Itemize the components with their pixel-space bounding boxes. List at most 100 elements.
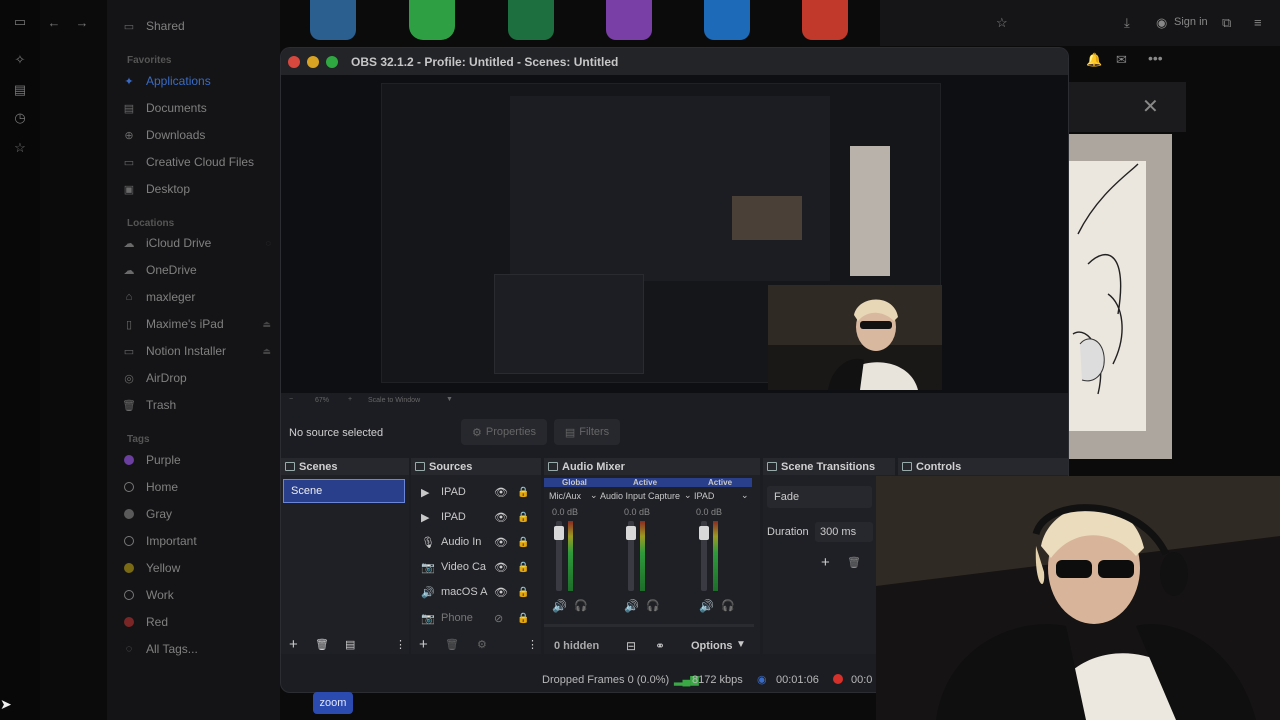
more-icon[interactable]: ⋮ (395, 638, 406, 651)
account-icon[interactable]: ◉ (1156, 15, 1167, 31)
excel-app-icon[interactable] (508, 0, 554, 40)
layout-icon[interactable]: ⊟ (626, 639, 636, 653)
sidebar-item-applications[interactable]: ✦ Applications (121, 70, 271, 92)
messages-app-icon[interactable] (409, 0, 455, 40)
close-window-button[interactable] (288, 56, 300, 68)
lock-icon[interactable]: 🔒 (517, 587, 529, 598)
mail-icon[interactable]: ✉ (1116, 52, 1127, 68)
folder-app-icon[interactable] (310, 0, 356, 40)
zoom-window-button[interactable] (326, 56, 338, 68)
channel-name[interactable]: IPAD (694, 491, 714, 501)
source-row[interactable]: 📷 Phone ⊘ 🔒 (421, 607, 529, 629)
duration-field[interactable]: 300 ms (815, 522, 873, 542)
eye-hidden-icon[interactable]: ⊘ (494, 612, 503, 625)
source-row[interactable]: ▶ IPAD 👁 🔒 (421, 506, 529, 528)
speaker-icon[interactable]: 🔊 (552, 599, 567, 613)
notification-bell-icon[interactable]: 🔔 (1086, 52, 1102, 68)
sidebar-toggle-icon[interactable]: ▭ (10, 12, 30, 32)
sidebar-tag-gray[interactable]: Gray (121, 503, 271, 525)
zoom-app-icon[interactable]: zoom (313, 692, 353, 714)
lock-icon[interactable]: 🔒 (517, 487, 529, 498)
source-row[interactable]: ▶ IPAD 👁 🔒 (421, 481, 529, 503)
properties-button[interactable]: ⚙ Properties (461, 419, 547, 445)
chevron-down-icon[interactable]: ⌄ (741, 490, 749, 501)
document-icon[interactable]: ▤ (10, 80, 30, 100)
lock-icon[interactable]: 🔒 (517, 562, 529, 573)
sidebar-tag-important[interactable]: Important (121, 530, 271, 552)
download-icon[interactable]: ⤓ (1124, 15, 1130, 31)
sidebar-item-onedrive[interactable]: ☁ OneDrive (121, 259, 271, 281)
speaker-icon[interactable]: 🔊 (624, 599, 639, 613)
transition-select[interactable]: Fade (767, 486, 872, 508)
zoom-in-icon[interactable]: + (348, 396, 352, 403)
chevron-down-icon[interactable]: ▼ (446, 396, 453, 403)
speaker-icon[interactable]: 🔊 (699, 599, 714, 613)
sidebar-item-trash[interactable]: 🗑 Trash (121, 394, 271, 416)
eject-icon[interactable]: ⏏ (262, 346, 271, 357)
clock-icon[interactable]: ◷ (10, 108, 30, 128)
more-icon[interactable]: ••• (1148, 50, 1163, 66)
trash-icon[interactable]: 🗑 (445, 638, 459, 651)
star-icon[interactable]: ☆ (996, 15, 1008, 31)
sidebar-item-icloud[interactable]: ☁ iCloud Drive ◌ (121, 232, 272, 254)
powerpoint-app-icon[interactable] (802, 0, 848, 40)
eye-icon[interactable]: 👁 (494, 561, 508, 574)
sidebar-item-home[interactable]: ⌂ maxleger (121, 286, 271, 308)
sidebar-item-downloads[interactable]: ⊕ Downloads (121, 124, 271, 146)
horizontal-scrollbar[interactable] (544, 624, 754, 627)
fader-knob[interactable] (626, 526, 636, 540)
volume-fader[interactable] (626, 521, 636, 591)
channel-name[interactable]: Mic/Aux (549, 491, 581, 501)
extensions-icon[interactable]: ⧉ (1222, 15, 1231, 31)
filters-button[interactable]: ▤ Filters (554, 419, 620, 445)
sidebar-item-creative-cloud[interactable]: ▭ Creative Cloud Files (121, 151, 271, 173)
star-icon[interactable]: ☆ (10, 138, 30, 158)
sidebar-item-notion-installer[interactable]: ▭ Notion Installer ⏏ (121, 340, 271, 362)
minimize-window-button[interactable] (307, 56, 319, 68)
add-scene-icon[interactable]: + (289, 636, 298, 653)
onenote-app-icon[interactable] (606, 0, 652, 40)
eject-icon[interactable]: ⏏ (262, 319, 271, 330)
sidebar-item-shared[interactable]: ▭ Shared (121, 15, 271, 37)
source-row[interactable]: 🔊 macOS A 👁 🔒 (421, 581, 529, 603)
chevron-down-icon[interactable]: ⌄ (684, 490, 692, 501)
sidebar-tag-purple[interactable]: Purple (121, 449, 271, 471)
source-row[interactable]: 📷 Video Ca 👁 🔒 (421, 556, 529, 578)
trash-icon[interactable]: 🗑 (315, 638, 329, 651)
options-button[interactable]: Options (691, 640, 733, 652)
zoom-out-icon[interactable]: − (289, 396, 293, 403)
sidebar-item-airdrop[interactable]: ◎ AirDrop (121, 367, 271, 389)
source-row[interactable]: 🎙 Audio In 👁 🔒 (421, 531, 529, 553)
eye-icon[interactable]: 👁 (494, 486, 508, 499)
chevron-down-icon[interactable]: ⌄ (590, 490, 598, 501)
fader-knob[interactable] (699, 526, 709, 540)
forward-arrow-icon[interactable]: → (72, 12, 92, 32)
gear-icon[interactable]: ⚙ (477, 638, 487, 651)
lock-icon[interactable]: 🔒 (517, 512, 529, 523)
add-source-icon[interactable]: + (419, 636, 428, 653)
channel-name[interactable]: Audio Input Capture (600, 491, 680, 501)
sidebar-item-ipad[interactable]: ▯ Maxime's iPad ⏏ (121, 313, 271, 335)
headphone-icon[interactable]: 🎧 (646, 599, 660, 612)
sparkle-icon[interactable]: ✧ (10, 50, 30, 70)
link-icon[interactable]: ⚭ (655, 639, 665, 653)
eye-icon[interactable]: 👁 (494, 511, 508, 524)
outlook-app-icon[interactable] (704, 0, 750, 40)
eye-icon[interactable]: 👁 (494, 586, 508, 599)
back-arrow-icon[interactable]: ← (44, 12, 64, 32)
sidebar-tag-home[interactable]: Home (121, 476, 271, 498)
sidebar-item-documents[interactable]: ▤ Documents (121, 97, 271, 119)
obs-preview[interactable] (281, 75, 1068, 393)
close-icon[interactable]: ✕ (1142, 94, 1159, 119)
headphone-icon[interactable]: 🎧 (721, 599, 735, 612)
sidebar-item-desktop[interactable]: ▣ Desktop (121, 178, 271, 200)
chevron-down-icon[interactable]: ▼ (736, 639, 746, 650)
sidebar-tag-red[interactable]: Red (121, 611, 271, 633)
headphone-icon[interactable]: 🎧 (574, 599, 588, 612)
scene-item[interactable]: Scene (283, 479, 405, 503)
menu-icon[interactable]: ≡ (1254, 15, 1262, 30)
sidebar-tag-work[interactable]: Work (121, 584, 271, 606)
fader-knob[interactable] (554, 526, 564, 540)
eye-icon[interactable]: 👁 (494, 536, 508, 549)
sidebar-tag-all[interactable]: ◌ All Tags... (121, 638, 271, 660)
